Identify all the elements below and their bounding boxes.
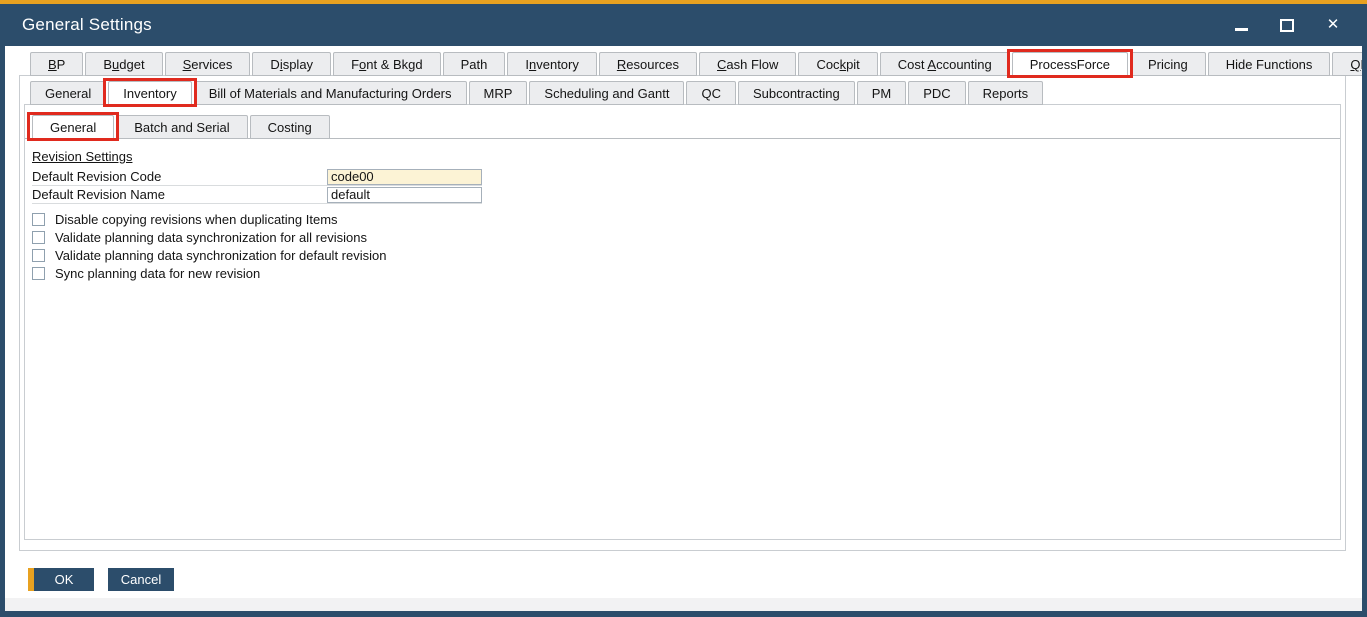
tab-pm[interactable]: PM: [857, 81, 907, 105]
disable-copying-revisions-when-duplicating-items-checkbox[interactable]: [32, 213, 45, 226]
field-row: Default Revision Code: [32, 168, 482, 186]
tab-processforce[interactable]: ProcessForce: [1012, 52, 1128, 76]
tab-pricing[interactable]: Pricing: [1130, 52, 1206, 76]
tab-row-processforce: GeneralInventoryBill of Materials and Ma…: [30, 81, 1345, 104]
titlebar: General Settings ✕: [0, 4, 1367, 46]
checkbox-label: Validate planning data synchronization f…: [55, 230, 367, 245]
tab-font-bkgd[interactable]: Font & Bkgd: [333, 52, 441, 76]
tab-reports[interactable]: Reports: [968, 81, 1044, 105]
tab-qc[interactable]: QC: [686, 81, 736, 105]
window-controls: ✕: [1233, 17, 1367, 33]
tab-inventory[interactable]: Inventory: [507, 52, 597, 76]
tab-row-main: BPBudgetServicesDisplayFont & BkgdPathIn…: [30, 52, 1362, 75]
tab-resources[interactable]: Resources: [599, 52, 697, 76]
tab-row-inventory: GeneralBatch and SerialCosting: [32, 115, 1340, 138]
revision-fields: Default Revision Code Default Revision Na…: [32, 168, 482, 204]
field-row: Default Revision Name: [32, 186, 482, 204]
dialog-body: BPBudgetServicesDisplayFont & BkgdPathIn…: [5, 46, 1362, 598]
tab-budget[interactable]: Budget: [85, 52, 162, 76]
checkbox-label: Sync planning data for new revision: [55, 266, 260, 281]
tab-batch-and-serial[interactable]: Batch and Serial: [116, 115, 247, 139]
tab-bill-of-materials-and-manufacturing-orders[interactable]: Bill of Materials and Manufacturing Orde…: [194, 81, 467, 105]
tab-mrp[interactable]: MRP: [469, 81, 528, 105]
tab-inventory[interactable]: Inventory: [108, 81, 191, 105]
default-revision-name-input[interactable]: [327, 187, 482, 203]
inventory-panel: GeneralBatch and SerialCosting Revision …: [24, 104, 1341, 540]
tab-cash-flow[interactable]: Cash Flow: [699, 52, 796, 76]
maximize-icon[interactable]: [1279, 17, 1295, 33]
tab-cost-accounting[interactable]: Cost Accounting: [880, 52, 1010, 76]
checkbox-label: Disable copying revisions when duplicati…: [55, 212, 338, 227]
tab-path[interactable]: Path: [443, 52, 506, 76]
default-revision-name-label: Default Revision Name: [32, 187, 327, 202]
ok-button-label: OK: [34, 568, 94, 591]
validate-planning-data-synchronization-for-all-revisions-checkbox[interactable]: [32, 231, 45, 244]
general-settings-window: General Settings ✕ BPBudgetServicesDispl…: [0, 0, 1367, 617]
checkbox-row: Sync planning data for new revision: [32, 264, 1340, 282]
minimize-icon[interactable]: [1233, 17, 1249, 33]
tab-general[interactable]: General: [30, 81, 106, 105]
cancel-button[interactable]: Cancel: [108, 568, 174, 591]
window-title: General Settings: [0, 15, 152, 35]
checkbox-row: Disable copying revisions when duplicati…: [32, 210, 1340, 228]
tab-scheduling-and-gantt[interactable]: Scheduling and Gantt: [529, 81, 684, 105]
tab-costing[interactable]: Costing: [250, 115, 330, 139]
tab-pdc[interactable]: PDC: [908, 81, 965, 105]
tab-services[interactable]: Services: [165, 52, 251, 76]
close-icon[interactable]: ✕: [1325, 17, 1341, 33]
validate-planning-data-synchronization-for-default-revision-checkbox[interactable]: [32, 249, 45, 262]
checkbox-label: Validate planning data synchronization f…: [55, 248, 386, 263]
revision-checkboxes: Disable copying revisions when duplicati…: [32, 210, 1340, 282]
processforce-panel: GeneralInventoryBill of Materials and Ma…: [19, 75, 1346, 551]
default-revision-code-input[interactable]: [327, 169, 482, 185]
section-title-revision-settings: Revision Settings: [32, 149, 132, 164]
default-revision-code-label: Default Revision Code: [32, 169, 327, 184]
tab-hide-functions[interactable]: Hide Functions: [1208, 52, 1331, 76]
ok-button[interactable]: OK: [28, 568, 94, 591]
tab-qr-codes[interactable]: QR Codes: [1332, 52, 1362, 76]
tab-display[interactable]: Display: [252, 52, 331, 76]
window-footer-strip: [5, 598, 1362, 611]
button-bar: OK Cancel: [28, 568, 1362, 591]
checkbox-row: Validate planning data synchronization f…: [32, 228, 1340, 246]
tab-cockpit[interactable]: Cockpit: [798, 52, 877, 76]
general-subtab-content: Revision Settings Default Revision CodeD…: [25, 138, 1340, 538]
sync-planning-data-for-new-revision-checkbox[interactable]: [32, 267, 45, 280]
tab-bp[interactable]: BP: [30, 52, 83, 76]
tab-general[interactable]: General: [32, 115, 114, 139]
checkbox-row: Validate planning data synchronization f…: [32, 246, 1340, 264]
tab-subcontracting[interactable]: Subcontracting: [738, 81, 855, 105]
